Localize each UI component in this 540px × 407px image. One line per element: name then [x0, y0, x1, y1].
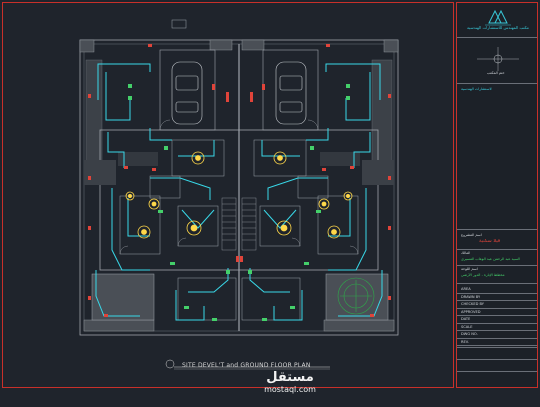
tb-divider: [457, 347, 537, 348]
tb-row-line: [457, 292, 537, 294]
owner-name: السيد عبد الرحمن عبد الوهاب المسيري: [461, 257, 520, 261]
tb-row-line: [457, 315, 537, 316]
stair-left: [221, 197, 237, 251]
tb-divider: [457, 265, 537, 266]
title-block-row: DRAWN BY: [461, 294, 481, 299]
car-right: [275, 61, 307, 125]
tb-divider: [457, 83, 537, 84]
hatch-bottom-left: [83, 319, 155, 332]
tb-row-line: [457, 337, 537, 339]
shade-left-top: [84, 160, 116, 185]
tb-row-line: [457, 300, 537, 301]
hatch-right-strip: [371, 59, 393, 171]
tb-row-line: [457, 345, 537, 346]
title-block-row: CHECKED BY: [461, 302, 484, 306]
title-block-row: APPROVED: [461, 309, 481, 314]
fixture-right-entry: [318, 198, 330, 210]
title-block-row: AREA: [461, 287, 471, 291]
fixture-left-entry: [148, 198, 160, 210]
stamp-label: ختم المكتب: [487, 71, 505, 75]
tb-divider: [457, 359, 537, 360]
project-label: اسم المشروع: [461, 233, 482, 237]
tb-divider: [457, 229, 537, 230]
title-block: مكتب المهندس للاستشارات الهندسية ختم الم…: [456, 2, 538, 388]
car-left: [171, 61, 203, 125]
tb-row-line: [457, 322, 537, 324]
hatch-top-right: [383, 39, 399, 53]
tb-row-line: [457, 307, 537, 309]
project-title: فيلا سكنية: [479, 239, 501, 244]
watermark-latin: mostaql.com: [264, 385, 316, 394]
fixture-left-hall: [191, 151, 205, 165]
stair-right: [241, 197, 257, 251]
watermark-arabic: مستقل: [266, 370, 314, 385]
title-block-row: DWG NO.: [461, 332, 478, 336]
hatch-top-mid-right: [241, 39, 265, 51]
drawing-title: مخطط الإنارة - الدور الأرضي: [461, 273, 505, 277]
garden-left: [91, 273, 155, 321]
tb-divider: [457, 37, 537, 38]
drawing-caption: SITE DEVEL'T and GROUND FLOOR PLAN: [182, 362, 311, 369]
tb-divider: [457, 283, 537, 284]
firm-stamp: [477, 47, 519, 71]
tb-divider: [457, 371, 537, 372]
shade-right-top: [362, 160, 394, 185]
hatch-top-left: [79, 39, 95, 53]
floor-plan: [79, 19, 399, 370]
drawing-label: اسم اللوحة: [461, 267, 478, 271]
drawing-sheet: SITE DEVEL'T and GROUND FLOOR PLAN مكتب …: [0, 0, 540, 407]
owner-label: المالك: [461, 251, 471, 255]
site-watermark: مستقل mostaql.com: [236, 370, 344, 394]
hatch-bottom-right: [323, 319, 395, 332]
villa-right: [238, 129, 379, 271]
title-block-row: REV.: [461, 339, 469, 344]
firm-name: مكتب المهندس للاستشارات الهندسية: [467, 25, 529, 30]
title-block-row: SCALE: [461, 324, 473, 329]
title-block-row: DATE: [461, 317, 471, 321]
logo-caption: الاستشارات الهندسية: [461, 87, 493, 91]
fixture-right-hall: [273, 151, 287, 165]
tree-symbol: [337, 277, 375, 315]
small-tag: [171, 19, 187, 29]
firm-logo: [485, 9, 511, 26]
villa-left: [99, 129, 240, 271]
tb-row-line: [457, 330, 537, 331]
tb-divider: [457, 249, 537, 250]
hatch-top-mid-left: [209, 39, 233, 51]
garden-right: [325, 273, 389, 321]
